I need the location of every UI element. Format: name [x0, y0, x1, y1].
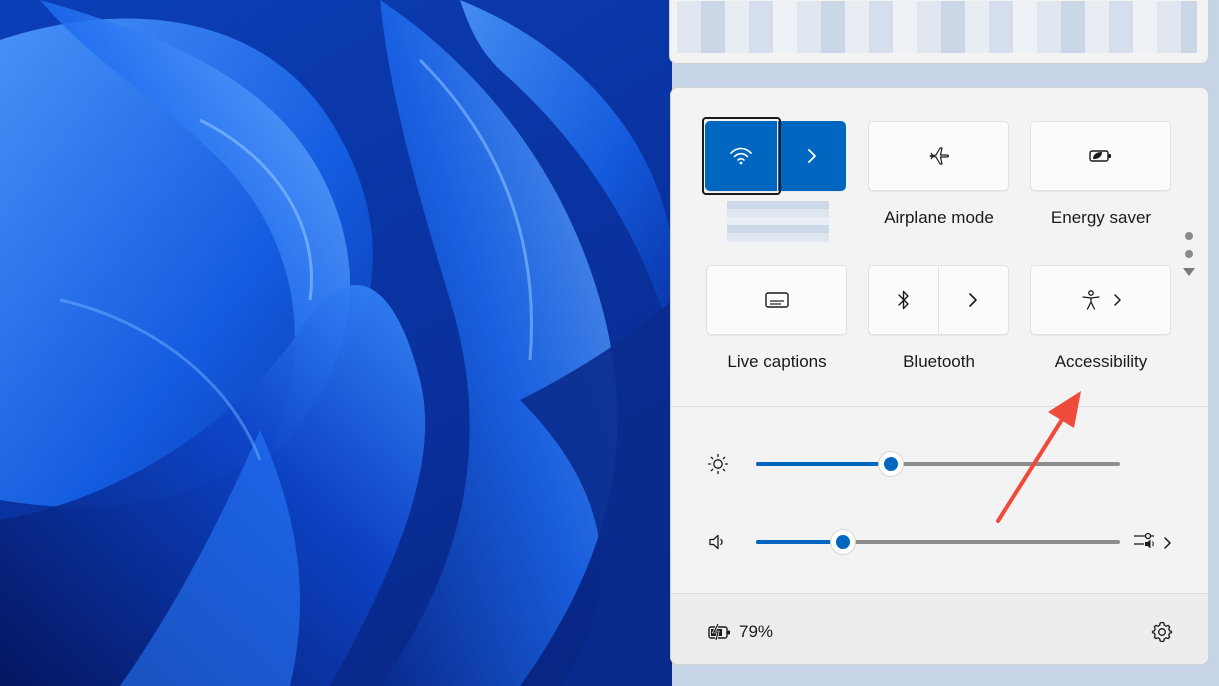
volume-slider-thumb[interactable]	[831, 530, 856, 554]
section-divider	[671, 406, 1208, 407]
live-captions-label: Live captions	[727, 352, 827, 371]
quick-settings-footer: 79%	[671, 593, 1208, 664]
accessibility-tile[interactable]	[1030, 265, 1171, 335]
page-dot[interactable]	[1185, 232, 1193, 240]
volume-slider[interactable]	[756, 530, 1120, 554]
airplane-icon	[928, 147, 949, 165]
bluetooth-tile[interactable]	[868, 265, 1009, 335]
wifi-icon	[730, 147, 752, 165]
energy-saver-label: Energy saver	[1050, 208, 1152, 227]
quick-settings-panel: Airplane mode Energy saver Live captions	[670, 87, 1209, 665]
page-dot[interactable]	[1185, 250, 1193, 258]
airplane-mode-tile[interactable]	[868, 121, 1009, 191]
chevron-right-icon	[808, 149, 816, 163]
battery-charging-icon	[708, 623, 730, 641]
battery-leaf-icon	[1088, 150, 1111, 162]
media-card[interactable]	[669, 0, 1209, 64]
wifi-tile[interactable]	[705, 121, 846, 191]
live-captions-tile[interactable]	[706, 265, 847, 335]
bluetooth-label: Bluetooth	[903, 352, 975, 371]
bluetooth-expand-button[interactable]	[939, 266, 1008, 334]
chevron-right-icon	[1113, 294, 1121, 306]
brightness-slider[interactable]	[756, 452, 1120, 476]
tiles-page-indicator[interactable]	[1182, 232, 1196, 292]
audio-output-icon[interactable]	[1132, 529, 1178, 555]
brightness-slider-row	[671, 449, 1208, 479]
captions-icon	[764, 292, 789, 308]
blurred-content	[677, 1, 1197, 53]
speaker-icon	[709, 534, 723, 550]
brightness-icon	[707, 453, 729, 475]
accessibility-label: Accessibility	[1054, 352, 1148, 371]
accessibility-icon	[1081, 290, 1100, 310]
volume-slider-row	[671, 527, 1208, 557]
caret-down-icon[interactable]	[1183, 268, 1195, 276]
volume-slider-fill	[756, 540, 844, 544]
bluetooth-icon	[897, 290, 909, 310]
gear-icon[interactable]	[1150, 620, 1174, 644]
brightness-slider-fill	[756, 462, 891, 466]
bluetooth-toggle-button[interactable]	[869, 266, 938, 334]
battery-status[interactable]: 79%	[707, 622, 773, 642]
chevron-right-icon	[969, 293, 978, 307]
brightness-slider-thumb[interactable]	[878, 452, 903, 476]
energy-saver-tile[interactable]	[1030, 121, 1171, 191]
wifi-network-name-blurred	[727, 201, 829, 243]
battery-percentage: 79%	[739, 622, 774, 641]
wifi-toggle-button[interactable]	[705, 121, 777, 191]
airplane-mode-label: Airplane mode	[884, 208, 994, 227]
wifi-expand-button[interactable]	[778, 121, 846, 191]
quick-settings-tiles: Airplane mode Energy saver Live captions	[671, 88, 1208, 408]
